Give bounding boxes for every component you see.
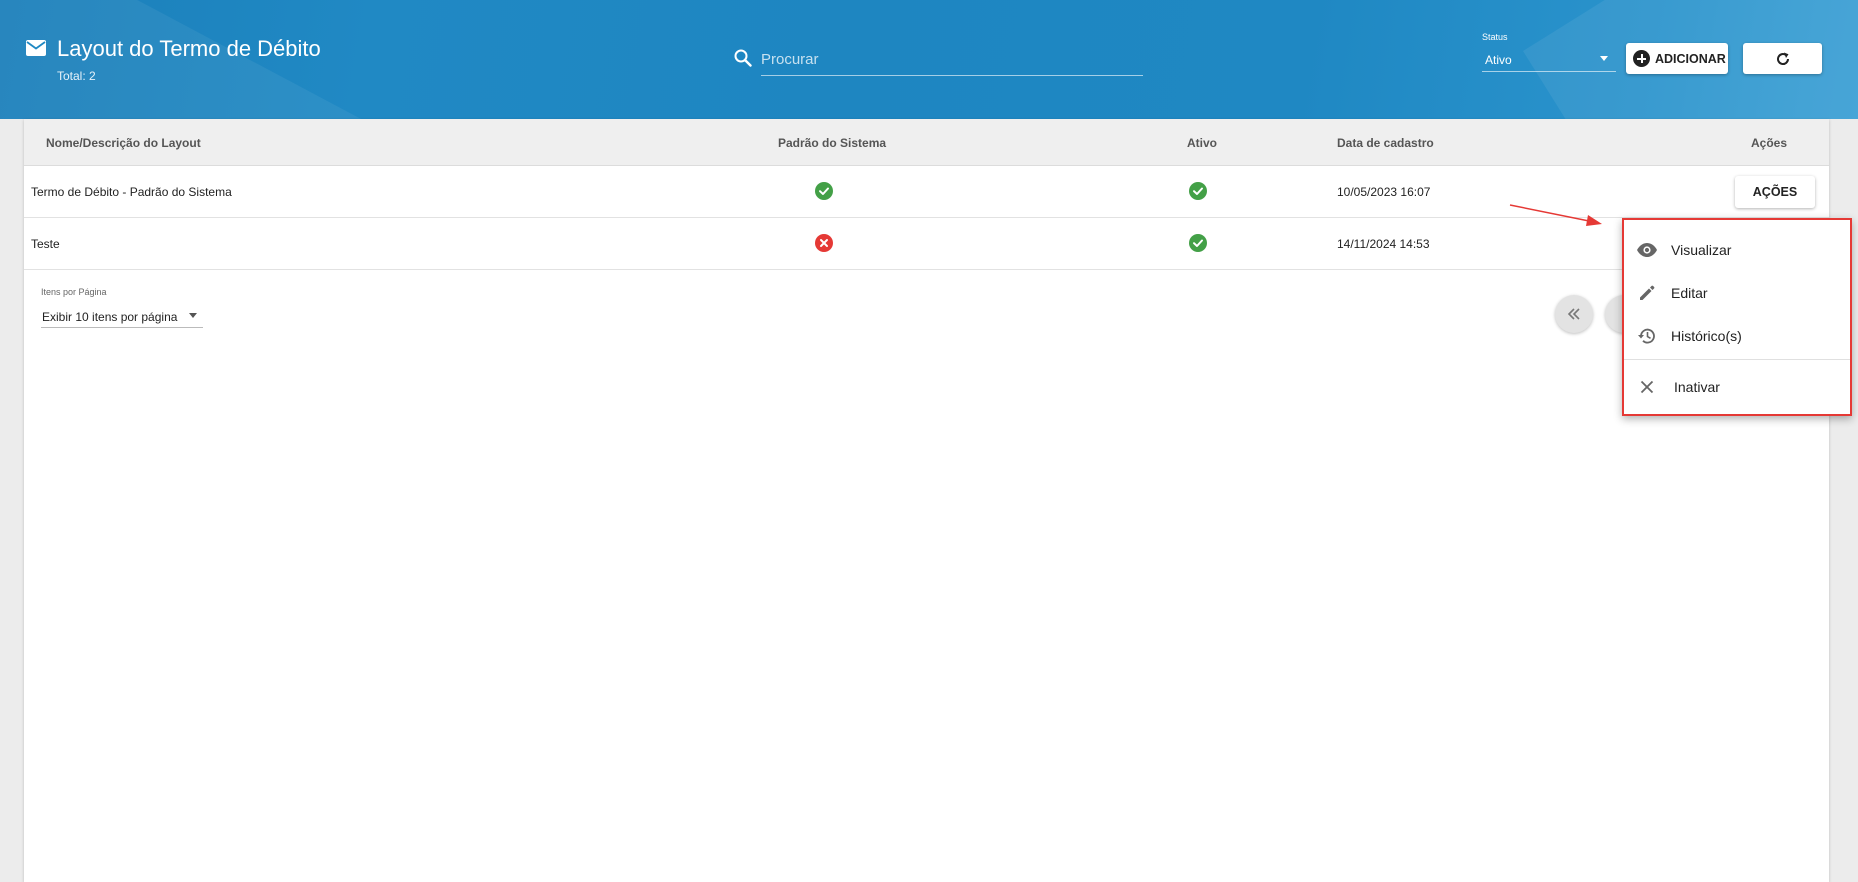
pencil-icon bbox=[1636, 282, 1658, 304]
page-title: Layout do Termo de Débito bbox=[57, 36, 321, 61]
add-button-label: ADICIONAR bbox=[1655, 51, 1726, 66]
menu-item-label: Histórico(s) bbox=[1671, 328, 1742, 344]
chevron-down-icon bbox=[189, 313, 197, 318]
row-created-date: 10/05/2023 16:07 bbox=[1337, 185, 1431, 199]
items-per-page-select[interactable]: Exibir 10 itens por página bbox=[41, 304, 203, 328]
history-icon bbox=[1636, 325, 1658, 347]
eye-icon bbox=[1636, 239, 1658, 261]
check-circle-icon bbox=[1189, 182, 1207, 200]
menu-item-view[interactable]: Visualizar bbox=[1624, 230, 1850, 270]
chevron-down-icon bbox=[1600, 56, 1608, 61]
menu-item-label: Editar bbox=[1671, 285, 1708, 301]
column-header-name: Nome/Descrição do Layout bbox=[46, 136, 201, 150]
menu-item-label: Inativar bbox=[1674, 379, 1720, 395]
search-input[interactable] bbox=[761, 44, 1143, 76]
table-card: Nome/Descrição do Layout Padrão do Siste… bbox=[24, 119, 1829, 882]
status-filter-value: Ativo bbox=[1485, 53, 1512, 67]
actions-button[interactable]: AÇÕES bbox=[1735, 176, 1815, 208]
status-filter-label: Status bbox=[1482, 32, 1508, 42]
column-header-active: Ativo bbox=[1187, 136, 1217, 150]
items-per-page-value: Exibir 10 itens por página bbox=[42, 310, 178, 324]
row-name: Teste bbox=[31, 237, 60, 251]
search-icon bbox=[734, 49, 752, 67]
total-count: Total: 2 bbox=[57, 69, 96, 83]
refresh-icon bbox=[1776, 52, 1789, 65]
menu-divider bbox=[1624, 359, 1850, 360]
add-button[interactable]: ADICIONAR bbox=[1626, 43, 1728, 74]
column-header-actions: Ações bbox=[1751, 136, 1788, 150]
menu-item-history[interactable]: Histórico(s) bbox=[1624, 316, 1850, 356]
first-page-button[interactable] bbox=[1555, 295, 1593, 333]
double-chevron-left-icon bbox=[1567, 308, 1580, 320]
row-name: Termo de Débito - Padrão do Sistema bbox=[31, 185, 232, 199]
column-header-created: Data de cadastro bbox=[1337, 136, 1434, 150]
row-created-date: 14/11/2024 14:53 bbox=[1337, 237, 1430, 251]
actions-menu: Visualizar Editar Histórico(s) Inativar bbox=[1622, 218, 1852, 416]
status-filter-select[interactable]: Ativo bbox=[1482, 48, 1616, 72]
add-circle-icon bbox=[1633, 50, 1650, 67]
annotation-arrow bbox=[1509, 204, 1602, 226]
menu-item-deactivate[interactable]: Inativar bbox=[1624, 367, 1850, 407]
refresh-button[interactable] bbox=[1743, 43, 1822, 74]
page-header: Layout do Termo de Débito Total: 2 Statu… bbox=[0, 0, 1858, 119]
column-header-system-default: Padrão do Sistema bbox=[778, 136, 887, 150]
check-circle-icon bbox=[815, 182, 833, 200]
mail-icon bbox=[26, 40, 46, 56]
items-per-page-label: Itens por Página bbox=[41, 287, 107, 297]
menu-item-label: Visualizar bbox=[1671, 242, 1732, 258]
check-circle-icon bbox=[1189, 234, 1207, 252]
table-header: Nome/Descrição do Layout Padrão do Siste… bbox=[24, 119, 1829, 166]
close-icon bbox=[1636, 376, 1658, 398]
cancel-circle-icon bbox=[815, 234, 833, 252]
menu-item-edit[interactable]: Editar bbox=[1624, 273, 1850, 313]
